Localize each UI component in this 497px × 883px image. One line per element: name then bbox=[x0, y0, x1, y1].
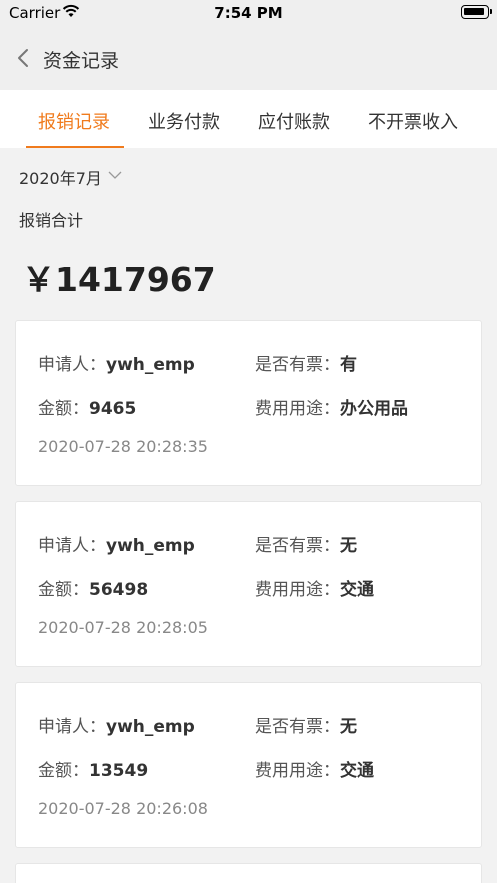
month-filter[interactable]: 2020年7月 bbox=[19, 165, 102, 189]
tab-business-payment[interactable]: 业务付款 bbox=[148, 108, 220, 134]
clock: 7:54 PM bbox=[214, 4, 283, 22]
usage-field: 费用用途：交通 bbox=[255, 580, 374, 600]
tab-reimbursement[interactable]: 报销记录 bbox=[38, 108, 110, 134]
page-title: 资金记录 bbox=[43, 50, 120, 72]
usage-field: 费用用途：办公用品 bbox=[255, 399, 408, 419]
status-bar: Carrier 7:54 PM bbox=[0, 0, 497, 26]
amount-field: 金额：9465 bbox=[38, 399, 137, 419]
active-tab-indicator bbox=[26, 146, 124, 148]
battery-icon bbox=[461, 5, 492, 19]
applicant-field: 申请人：ywh_emp bbox=[38, 355, 195, 375]
back-icon[interactable] bbox=[14, 46, 34, 70]
applicant-field: 申请人：ywh_emp bbox=[38, 536, 195, 556]
record-time: 2020-07-28 20:28:05 bbox=[38, 618, 208, 637]
amount-field: 金额：56498 bbox=[38, 580, 149, 600]
nav-bar: 资金记录 bbox=[0, 26, 497, 90]
invoice-field: 是否有票：无 bbox=[255, 717, 357, 737]
summary-label: 报销合计 bbox=[19, 211, 84, 230]
record-time: 2020-07-28 20:28:35 bbox=[38, 437, 208, 456]
record-card-partial[interactable] bbox=[15, 863, 482, 883]
tab-accounts-payable[interactable]: 应付账款 bbox=[258, 108, 330, 134]
usage-field: 费用用途：交通 bbox=[255, 761, 374, 781]
record-time: 2020-07-28 20:26:08 bbox=[38, 799, 208, 818]
applicant-field: 申请人：ywh_emp bbox=[38, 717, 195, 737]
invoice-field: 是否有票：无 bbox=[255, 536, 357, 556]
tab-bar: 报销记录 业务付款 应付账款 不开票收入 bbox=[0, 90, 497, 148]
invoice-field: 是否有票：有 bbox=[255, 355, 357, 375]
record-card[interactable]: 申请人：ywh_emp 是否有票：有 金额：9465 费用用途：办公用品 202… bbox=[15, 320, 482, 486]
summary-total: ￥1417967 bbox=[22, 260, 216, 299]
amount-field: 金额：13549 bbox=[38, 761, 149, 781]
tab-no-invoice-income[interactable]: 不开票收入 bbox=[368, 108, 458, 134]
chevron-down-icon[interactable] bbox=[108, 170, 122, 180]
record-card[interactable]: 申请人：ywh_emp 是否有票：无 金额：56498 费用用途：交通 2020… bbox=[15, 501, 482, 667]
record-card[interactable]: 申请人：ywh_emp 是否有票：无 金额：13549 费用用途：交通 2020… bbox=[15, 682, 482, 848]
